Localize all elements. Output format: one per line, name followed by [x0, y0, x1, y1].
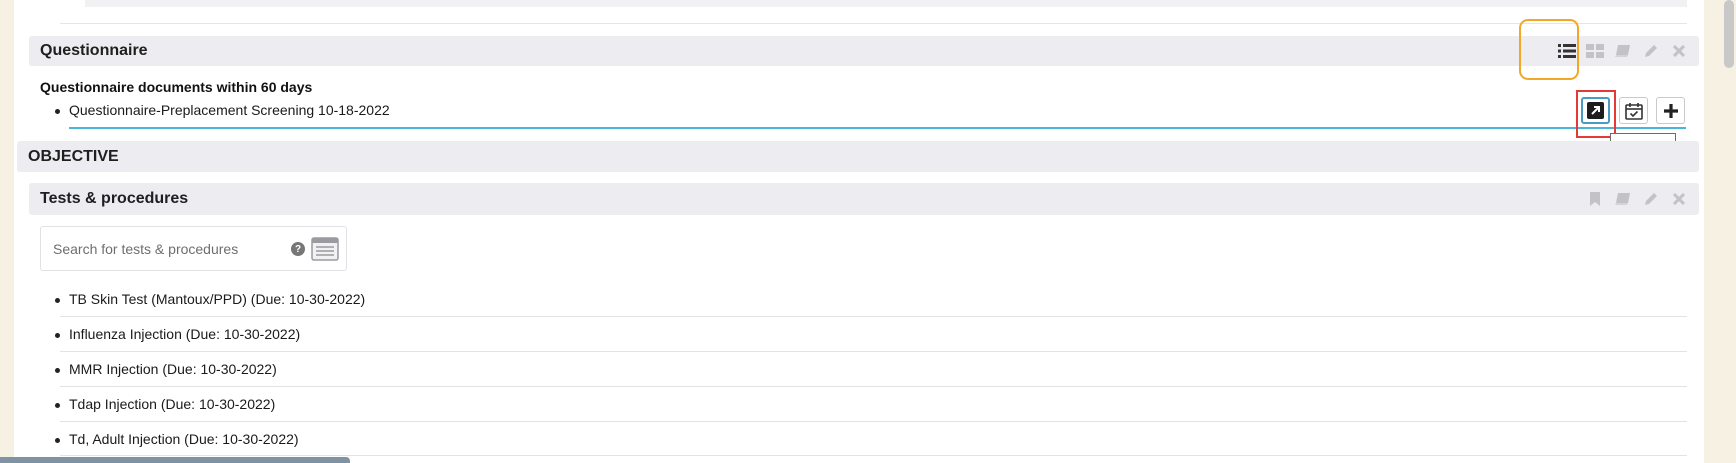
book-icon[interactable] — [1609, 185, 1637, 213]
test-item-label: TB Skin Test (Mantoux/PPD) (Due: 10-30-2… — [69, 291, 366, 307]
test-item[interactable]: MMR Injection (Due: 10-30-2022) — [55, 361, 277, 377]
questionnaire-header: Questionnaire — [29, 36, 1699, 66]
questionnaire-title: Questionnaire — [40, 42, 148, 59]
tests-toolbar — [1581, 183, 1693, 215]
highlight-box-red — [1576, 90, 1616, 138]
divider — [60, 421, 1687, 422]
divider — [60, 23, 1687, 24]
active-row-underline — [69, 127, 1686, 129]
bullet — [55, 109, 60, 114]
test-item-label: Influenza Injection (Due: 10-30-2022) — [69, 326, 301, 342]
bookmark-icon[interactable] — [1581, 185, 1609, 213]
objective-title: OBJECTIVE — [28, 147, 119, 165]
tests-search-box: ? — [40, 226, 347, 271]
previous-section-remnant — [85, 0, 1687, 7]
bullet — [55, 438, 60, 443]
test-item[interactable]: TB Skin Test (Mantoux/PPD) (Due: 10-30-2… — [55, 291, 366, 307]
help-icon[interactable]: ? — [291, 242, 305, 256]
test-item[interactable]: Tdap Injection (Due: 10-30-2022) — [55, 396, 276, 412]
test-item[interactable]: Td, Adult Injection (Due: 10-30-2022) — [55, 431, 299, 447]
questionnaire-document[interactable]: Questionnaire-Preplacement Screening 10-… — [55, 102, 390, 118]
list-picker-icon[interactable] — [311, 237, 339, 261]
pencil-icon[interactable] — [1637, 37, 1665, 65]
page: Questionnaire Questionnaire documents wi… — [0, 0, 1736, 463]
calendar-check-icon — [1624, 102, 1643, 120]
bullet — [55, 403, 60, 408]
scrollbar[interactable] — [1722, 0, 1736, 463]
questionnaire-subheading: Questionnaire documents within 60 days — [40, 79, 313, 95]
tests-search-input[interactable] — [51, 237, 291, 261]
plus-icon — [1663, 103, 1678, 118]
grid-view-icon[interactable] — [1581, 37, 1609, 65]
document-label: Questionnaire-Preplacement Screening 10-… — [69, 102, 390, 118]
test-item-label: MMR Injection (Due: 10-30-2022) — [69, 361, 277, 377]
test-item[interactable]: Influenza Injection (Due: 10-30-2022) — [55, 326, 301, 342]
pencil-icon[interactable] — [1637, 185, 1665, 213]
divider — [60, 455, 1687, 456]
book-icon[interactable] — [1609, 37, 1637, 65]
test-item-label: Tdap Injection (Due: 10-30-2022) — [69, 396, 276, 412]
tests-header: Tests & procedures — [29, 183, 1699, 215]
bullet — [55, 333, 60, 338]
bullet — [55, 368, 60, 373]
schedule-button[interactable] — [1619, 97, 1648, 124]
add-button[interactable] — [1656, 97, 1685, 124]
objective-header: OBJECTIVE — [17, 141, 1699, 172]
divider — [60, 316, 1687, 317]
test-item-label: Td, Adult Injection (Due: 10-30-2022) — [69, 431, 299, 447]
bullet — [55, 298, 60, 303]
tests-title: Tests & procedures — [40, 190, 189, 207]
divider — [60, 351, 1687, 352]
horizontal-scrollbar[interactable] — [0, 457, 350, 463]
close-icon[interactable] — [1665, 37, 1693, 65]
scrollbar-thumb[interactable] — [1724, 0, 1734, 68]
close-icon[interactable] — [1665, 185, 1693, 213]
highlight-box-orange — [1519, 19, 1579, 80]
divider — [60, 386, 1687, 387]
